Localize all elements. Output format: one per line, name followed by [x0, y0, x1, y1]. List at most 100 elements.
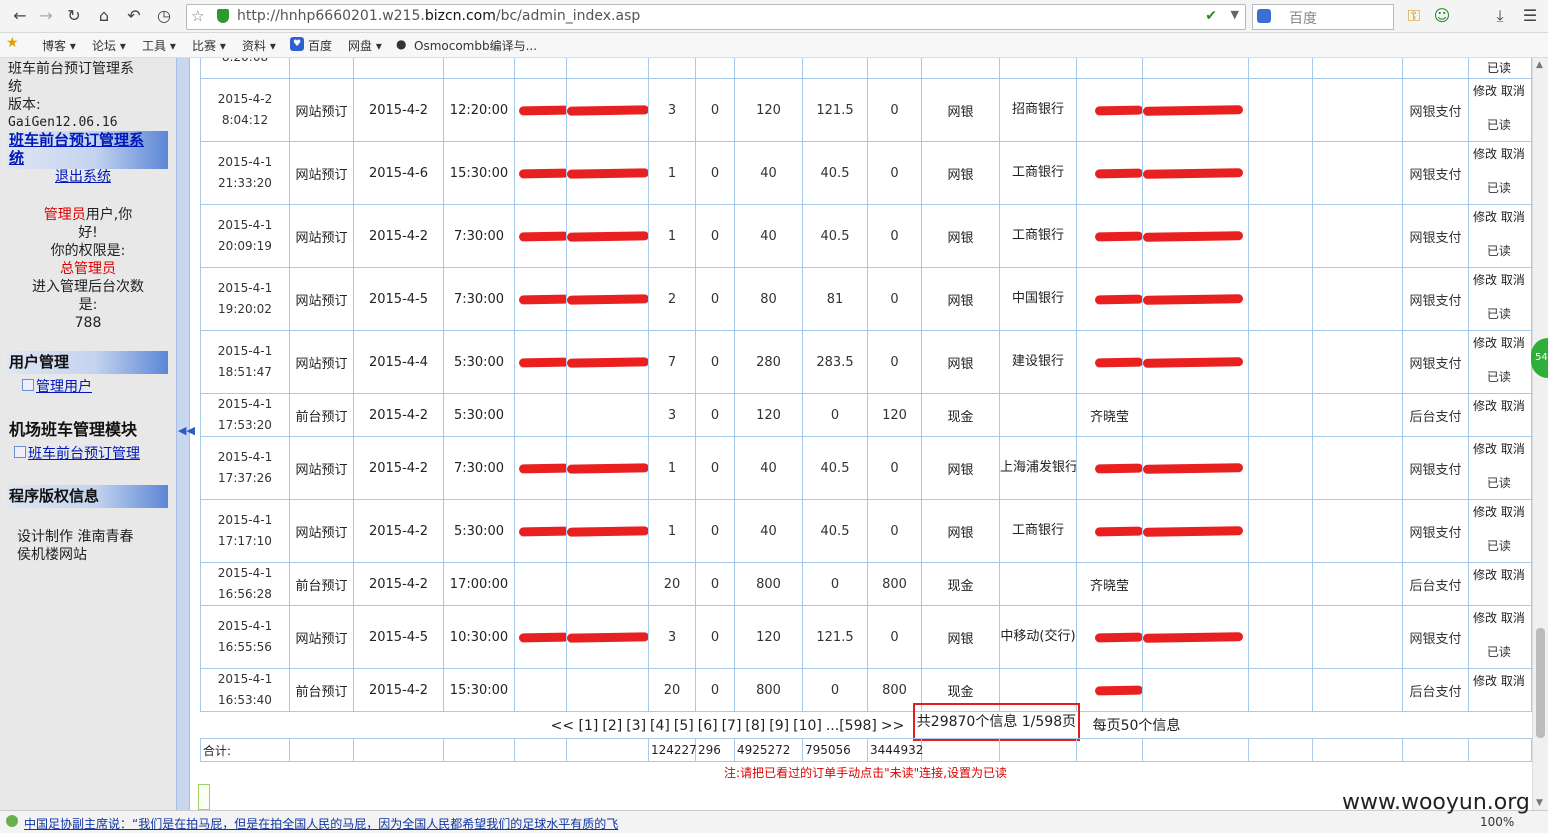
- depart-time: 10:30:00: [443, 605, 515, 669]
- app-link[interactable]: 班车前台预订管理系统: [7, 131, 168, 169]
- zoom-level[interactable]: 100%: [1480, 815, 1514, 829]
- cancel-link[interactable]: 取消: [1501, 674, 1525, 688]
- frame-splitter[interactable]: ◀◀: [176, 58, 195, 810]
- read-link[interactable]: 已读: [1473, 369, 1525, 385]
- cancel-link[interactable]: 取消: [1501, 505, 1525, 519]
- cancel-link[interactable]: 取消: [1501, 210, 1525, 224]
- vertical-scrollbar[interactable]: ▲ ▼: [1532, 58, 1548, 810]
- read-link[interactable]: 已读: [1473, 243, 1525, 259]
- home-icon[interactable]: ⌂: [94, 6, 114, 26]
- favorites-star-icon[interactable]: ★: [6, 35, 19, 51]
- page-link[interactable]: >>: [881, 718, 904, 734]
- menu-icon[interactable]: ☰: [1520, 6, 1540, 26]
- row-actions[interactable]: 修改 取消已读: [1468, 330, 1532, 394]
- read-link[interactable]: 已读: [1473, 538, 1525, 554]
- edit-link[interactable]: 修改: [1473, 568, 1497, 582]
- amount: 800: [734, 668, 803, 712]
- collapse-icon[interactable]: ◀◀: [178, 424, 195, 437]
- undo-icon[interactable]: ↶: [124, 6, 144, 26]
- page-link[interactable]: [4]: [650, 718, 670, 734]
- edit-link[interactable]: 修改: [1473, 611, 1497, 625]
- edit-link[interactable]: 修改: [1473, 147, 1497, 161]
- page-link[interactable]: [10]: [793, 718, 822, 734]
- bookmark-contest[interactable]: 比赛 ▾: [192, 37, 226, 54]
- row-actions[interactable]: 修改 取消: [1468, 562, 1532, 606]
- paid-amount: 81: [802, 267, 868, 331]
- speed-mode-icon[interactable]: ✔: [1205, 8, 1217, 24]
- bookmark-resources[interactable]: 资料 ▾: [242, 37, 276, 54]
- sidebar-item-bus-booking[interactable]: 班车前台预订管理: [14, 445, 140, 463]
- key-icon[interactable]: ⚿: [1404, 6, 1424, 26]
- page-link[interactable]: [1]: [579, 718, 599, 734]
- scroll-up-icon[interactable]: ▲: [1536, 60, 1543, 70]
- cancel-link[interactable]: 取消: [1501, 147, 1525, 161]
- read-link[interactable]: 已读: [1473, 475, 1525, 491]
- edit-link[interactable]: 修改: [1473, 84, 1497, 98]
- logout-link[interactable]: 退出系统: [55, 168, 111, 186]
- sidebar-item-users[interactable]: 管理用户: [22, 378, 92, 396]
- cancel-link[interactable]: 取消: [1501, 611, 1525, 625]
- cancel-link[interactable]: 取消: [1501, 442, 1525, 456]
- row-actions[interactable]: 修改 取消已读: [1468, 267, 1532, 331]
- cancel-link[interactable]: 取消: [1501, 336, 1525, 350]
- refresh-icon[interactable]: ↻: [64, 6, 84, 26]
- page-link[interactable]: [8]: [745, 718, 765, 734]
- cancel-link[interactable]: 取消: [1501, 84, 1525, 98]
- row-actions[interactable]: 已读: [1468, 58, 1532, 79]
- url-text[interactable]: http://hnhp6660201.w215.bizcn.com/bc/adm…: [237, 8, 640, 24]
- forward-icon[interactable]: →: [36, 6, 56, 26]
- cancel-link[interactable]: 取消: [1501, 273, 1525, 287]
- page-link[interactable]: [5]: [674, 718, 694, 734]
- news-ticker[interactable]: 中国足协副主席说：“我们是在拍马屁，但是在拍全国人民的马屁，因为全国人民都希望我…: [24, 815, 618, 832]
- edit-link[interactable]: 修改: [1473, 505, 1497, 519]
- page-link[interactable]: [6]: [698, 718, 718, 734]
- page-link[interactable]: [2]: [602, 718, 622, 734]
- read-link[interactable]: 已读: [1473, 306, 1525, 322]
- edit-link[interactable]: 修改: [1473, 273, 1497, 287]
- edit-link[interactable]: 修改: [1473, 210, 1497, 224]
- bookmark-blog[interactable]: 博客 ▾: [42, 37, 76, 54]
- read-link[interactable]: 已读: [1487, 61, 1511, 75]
- search-input[interactable]: 百度: [1252, 4, 1394, 30]
- scroll-thumb[interactable]: [1536, 628, 1545, 738]
- row-actions[interactable]: 修改 取消已读: [1468, 204, 1532, 268]
- cancel-link[interactable]: 取消: [1501, 568, 1525, 582]
- row-actions[interactable]: 修改 取消已读: [1468, 141, 1532, 205]
- star-icon[interactable]: ☆: [191, 7, 204, 25]
- scroll-down-icon[interactable]: ▼: [1536, 798, 1543, 808]
- page-link[interactable]: ...[598]: [826, 718, 877, 734]
- edit-link[interactable]: 修改: [1473, 399, 1497, 413]
- history-icon[interactable]: ◷: [154, 6, 174, 26]
- row-actions[interactable]: 修改 取消已读: [1468, 499, 1532, 563]
- bottom-frame-input[interactable]: [198, 784, 210, 810]
- address-bar[interactable]: ☆ http://hnhp6660201.w215.bizcn.com/bc/a…: [186, 4, 1246, 30]
- orders-panel: 8:20:08行)已读2015-4-28:04:12网站预订2015-4-212…: [200, 58, 1532, 810]
- edit-link[interactable]: 修改: [1473, 336, 1497, 350]
- edit-link[interactable]: 修改: [1473, 442, 1497, 456]
- row-actions[interactable]: 修改 取消: [1468, 668, 1532, 712]
- bookmark-tools[interactable]: 工具 ▾: [142, 37, 176, 54]
- read-link[interactable]: 已读: [1473, 644, 1525, 660]
- page-link[interactable]: [3]: [626, 718, 646, 734]
- pager-prev[interactable]: <<: [551, 718, 574, 734]
- url-dropdown-icon[interactable]: ▼: [1231, 8, 1239, 21]
- pay-method: 网银: [921, 141, 1000, 205]
- page-link[interactable]: [9]: [769, 718, 789, 734]
- page-link[interactable]: [7]: [722, 718, 742, 734]
- search-engine-icon[interactable]: [1257, 9, 1271, 23]
- row-actions[interactable]: 修改 取消已读: [1468, 78, 1532, 142]
- row-actions[interactable]: 修改 取消: [1468, 393, 1532, 437]
- bookmark-baidu[interactable]: 百度: [308, 37, 332, 54]
- cancel-link[interactable]: 取消: [1501, 399, 1525, 413]
- bookmark-forum[interactable]: 论坛 ▾: [92, 37, 126, 54]
- read-link[interactable]: 已读: [1473, 180, 1525, 196]
- download-icon[interactable]: ⤓: [1490, 6, 1510, 26]
- back-icon[interactable]: ←: [10, 6, 30, 26]
- bookmark-netdisk[interactable]: 网盘 ▾: [348, 37, 382, 54]
- edit-link[interactable]: 修改: [1473, 674, 1497, 688]
- user-icon[interactable]: ☺: [1432, 6, 1452, 26]
- bookmark-osmocombb[interactable]: Osmocombb编译与...: [414, 37, 537, 54]
- row-actions[interactable]: 修改 取消已读: [1468, 436, 1532, 500]
- read-link[interactable]: 已读: [1473, 117, 1525, 133]
- row-actions[interactable]: 修改 取消已读: [1468, 605, 1532, 669]
